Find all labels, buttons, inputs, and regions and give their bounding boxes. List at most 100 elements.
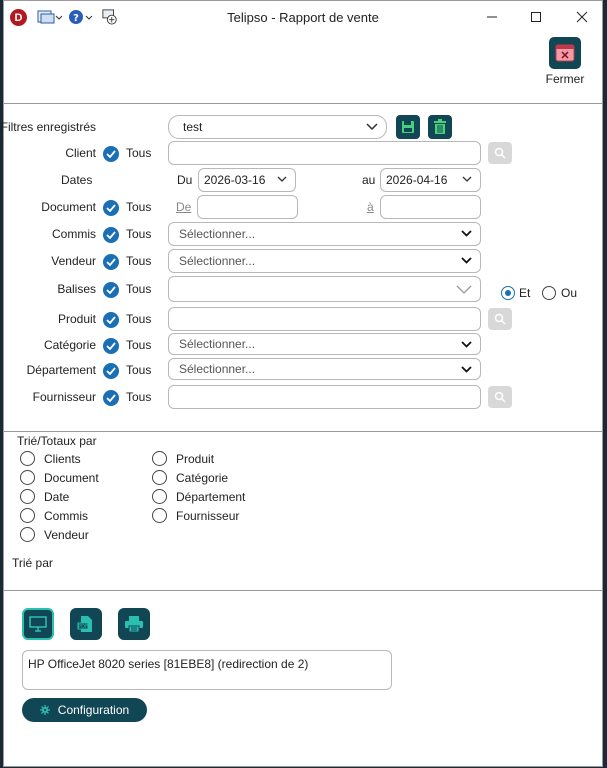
fournisseur-all-checkbox[interactable] — [103, 390, 119, 406]
departement-select[interactable]: Sélectionner... — [168, 358, 481, 380]
chevron-down-icon — [456, 285, 472, 294]
commis-all-checkbox[interactable] — [103, 227, 119, 243]
vendeur-row: Vendeur Tous Sélectionner... — [4, 249, 602, 273]
vendeur-placeholder: Sélectionner... — [179, 254, 256, 268]
printer-selection-field[interactable]: HP OfficeJet 8020 series [81EBE8] (redir… — [22, 650, 392, 690]
configuration-button[interactable]: Configuration — [22, 698, 147, 722]
fermer-label: Fermer — [545, 72, 585, 86]
client-input[interactable] — [168, 141, 481, 165]
produit-row: Produit Tous — [4, 307, 602, 331]
vendeur-select[interactable]: Sélectionner... — [168, 249, 481, 273]
document-to-input[interactable] — [380, 195, 481, 219]
document-all-label: Tous — [126, 200, 152, 214]
chevron-down-icon — [461, 366, 472, 373]
saved-filters-label: Filtres enregistrés — [0, 120, 96, 134]
produit-search-button[interactable] — [488, 308, 512, 330]
svg-text:PDF: PDF — [78, 624, 88, 630]
chevron-down-icon — [366, 123, 378, 131]
date-from-value: 2026-03-16 — [204, 173, 266, 187]
check-icon — [106, 394, 116, 402]
pdf-output-button[interactable]: PDF — [70, 608, 102, 640]
document-row: Document Tous De à — [4, 195, 602, 219]
balises-select[interactable] — [168, 276, 481, 302]
toolbar: Fermer — [4, 34, 602, 104]
maximize-icon — [531, 12, 541, 22]
date-to-value: 2026-04-16 — [386, 173, 448, 187]
chevron-down-icon — [461, 230, 472, 237]
departement-placeholder: Sélectionner... — [179, 362, 256, 376]
search-icon — [494, 313, 506, 325]
produit-input[interactable] — [168, 307, 481, 331]
minimize-icon — [487, 16, 497, 18]
categorie-label: Catégorie — [43, 338, 96, 352]
check-icon — [106, 342, 116, 350]
saved-filters-select[interactable]: test — [168, 115, 387, 139]
maximize-button[interactable] — [524, 7, 548, 27]
screen-output-button[interactable] — [22, 608, 54, 640]
check-icon — [106, 150, 116, 158]
fournisseur-all-label: Tous — [126, 390, 152, 404]
categorie-all-checkbox[interactable] — [103, 338, 119, 354]
monitor-icon — [29, 616, 47, 632]
document-from-label: De — [176, 200, 192, 214]
date-to-picker[interactable]: 2026-04-16 — [380, 168, 481, 192]
filters-panel: Filtres enregistrés test Client Tous Dat… — [0, 105, 602, 431]
fermer-button[interactable]: Fermer — [541, 37, 589, 86]
balises-and-label: Et — [519, 286, 531, 300]
check-icon — [106, 204, 116, 212]
balises-row: Balises Tous Et Ou — [4, 276, 602, 305]
departement-all-checkbox[interactable] — [103, 363, 119, 379]
save-filter-button[interactable] — [396, 115, 420, 139]
minimize-button[interactable] — [480, 7, 504, 27]
close-icon — [576, 11, 588, 23]
dates-row: Dates Du 2026-03-16 au 2026-04-16 — [4, 168, 602, 192]
dates-label: Dates — [61, 173, 93, 187]
output-section: PDF HP OfficeJet 8020 series [81EBE8] (r… — [4, 592, 602, 768]
produit-all-checkbox[interactable] — [103, 312, 119, 328]
fournisseur-input[interactable] — [168, 385, 481, 409]
document-label: Document — [41, 200, 96, 214]
vendeur-all-checkbox[interactable] — [103, 254, 119, 270]
commis-placeholder: Sélectionner... — [179, 227, 256, 241]
date-from-picker[interactable]: 2026-03-16 — [198, 168, 296, 192]
client-search-button[interactable] — [488, 142, 512, 164]
produit-label: Produit — [57, 312, 96, 326]
saved-filters-row: Filtres enregistrés test — [0, 115, 602, 139]
document-all-checkbox[interactable] — [103, 200, 119, 216]
commis-select[interactable]: Sélectionner... — [168, 222, 481, 246]
balises-or-radio[interactable] — [542, 286, 556, 300]
check-icon — [106, 258, 116, 266]
close-window-button[interactable] — [570, 7, 594, 27]
delete-filter-button[interactable] — [428, 115, 452, 139]
close-report-icon — [549, 37, 581, 69]
vendeur-all-label: Tous — [126, 254, 152, 268]
client-row: Client Tous — [4, 141, 602, 165]
client-all-label: Tous — [126, 146, 152, 160]
balises-and-radio[interactable] — [501, 286, 515, 300]
chevron-down-icon — [461, 257, 472, 264]
fournisseur-search-button[interactable] — [488, 386, 512, 408]
document-to-label: à — [367, 200, 374, 214]
sort-title: Trié/Totaux par — [17, 434, 97, 448]
trash-icon — [434, 119, 446, 134]
window-title: Telipso - Rapport de vente — [227, 10, 379, 25]
client-all-checkbox[interactable] — [103, 146, 119, 162]
departement-row: Département Tous Sélectionner... — [4, 358, 602, 382]
printer-name: HP OfficeJet 8020 series [81EBE8] (redir… — [28, 657, 309, 671]
report-window: D ? Telipso - Rapport de vente Fermer Fi… — [0, 0, 603, 768]
balises-label: Balises — [57, 282, 96, 296]
check-icon — [106, 286, 116, 294]
document-from-input[interactable] — [197, 195, 298, 219]
chevron-down-icon — [277, 176, 287, 182]
departement-all-label: Tous — [126, 363, 152, 377]
configuration-label: Configuration — [57, 703, 130, 717]
categorie-select[interactable]: Sélectionner... — [168, 333, 481, 355]
categorie-all-label: Tous — [126, 338, 152, 352]
check-icon — [106, 231, 116, 239]
commis-label: Commis — [52, 227, 96, 241]
print-output-button[interactable] — [118, 608, 150, 640]
fournisseur-row: Fournisseur Tous — [4, 385, 602, 409]
balises-all-checkbox[interactable] — [103, 282, 119, 298]
check-icon — [106, 316, 116, 324]
chevron-down-icon — [462, 176, 472, 182]
